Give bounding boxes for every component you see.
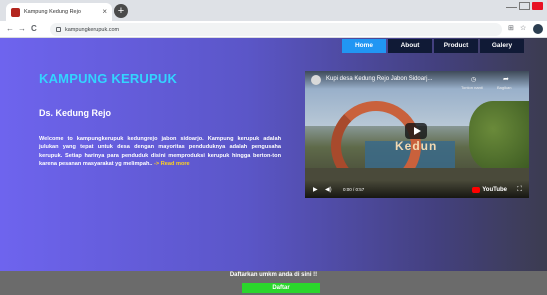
hero-description: Welcome to kampungkerupuk kedungrejo jab…	[39, 135, 281, 168]
browser-tabstrip: Kampung Kedung Rejo × +	[0, 0, 547, 21]
daftar-button[interactable]: Daftar	[242, 283, 320, 293]
maximize-button[interactable]	[519, 2, 530, 10]
youtube-icon	[472, 187, 481, 193]
browser-toolbar: ← → C kampungkerupuk.com ⊞ ☆	[0, 21, 547, 38]
new-tab-button[interactable]: +	[114, 4, 128, 18]
lock-icon	[56, 27, 61, 32]
hero-subtitle: Ds. Kedung Rejo	[39, 108, 112, 118]
watch-later-label: Tonton nanti	[461, 85, 483, 90]
tab-close-icon[interactable]: ×	[102, 8, 107, 16]
control-play-icon[interactable]: ▶	[313, 186, 318, 193]
watch-later-icon[interactable]: ◷	[471, 76, 476, 83]
url-text: kampungkerupuk.com	[65, 26, 120, 33]
profile-avatar[interactable]	[533, 24, 543, 34]
video-sign-text: Kedun	[395, 139, 438, 153]
hero-title: KAMPUNG KERUPUK	[39, 71, 178, 86]
video-thumbnail-tree	[469, 101, 529, 171]
bookmark-star-icon[interactable]: ☆	[520, 24, 526, 32]
address-bar[interactable]: kampungkerupuk.com	[50, 23, 502, 36]
minimize-button[interactable]	[506, 2, 517, 8]
video-controls: ▶ ◀) 0:00 / 0:57 YouTube ⛶	[305, 180, 529, 198]
close-window-button[interactable]	[532, 2, 543, 10]
nav-item-home[interactable]: Home	[342, 39, 386, 53]
video-time: 0:00 / 0:57	[343, 187, 365, 192]
video-title[interactable]: Kupi desa Kedung Rejo Jabon Sidoarj...	[326, 76, 432, 82]
translate-icon[interactable]: ⊞	[508, 24, 514, 32]
youtube-embed[interactable]: Kedun Kupi desa Kedung Rejo Jabon Sidoar…	[305, 71, 529, 198]
site-favicon-icon	[11, 7, 20, 17]
read-more-link[interactable]: -> Read more	[153, 161, 190, 167]
back-icon[interactable]: ←	[6, 24, 14, 34]
share-label: Bagikan	[497, 85, 512, 90]
fullscreen-icon[interactable]: ⛶	[517, 186, 522, 194]
volume-icon[interactable]: ◀)	[325, 186, 332, 193]
main-nav: Home About Product Galery	[340, 39, 524, 53]
nav-item-product[interactable]: Product	[434, 39, 478, 53]
tab-title: Kampung Kedung Rejo	[24, 9, 81, 15]
channel-avatar[interactable]	[311, 75, 321, 85]
nav-item-about[interactable]: About	[388, 39, 432, 53]
youtube-logo[interactable]: YouTube	[472, 187, 507, 193]
share-icon[interactable]: ➦	[503, 75, 509, 83]
play-button[interactable]	[405, 123, 427, 139]
window-controls	[506, 2, 543, 10]
forward-icon[interactable]: →	[18, 24, 26, 34]
nav-item-galery[interactable]: Galery	[480, 39, 524, 53]
footer: Daftarkan umkm anda di sini !! Daftar	[0, 271, 547, 295]
youtube-brand-text: YouTube	[482, 187, 507, 193]
browser-tab[interactable]: Kampung Kedung Rejo ×	[6, 3, 112, 21]
hero-section: Home About Product Galery KAMPUNG KERUPU…	[0, 38, 547, 274]
reload-icon[interactable]: C	[31, 24, 37, 34]
footer-text: Daftarkan umkm anda di sini !!	[229, 272, 318, 278]
play-icon	[413, 127, 421, 135]
